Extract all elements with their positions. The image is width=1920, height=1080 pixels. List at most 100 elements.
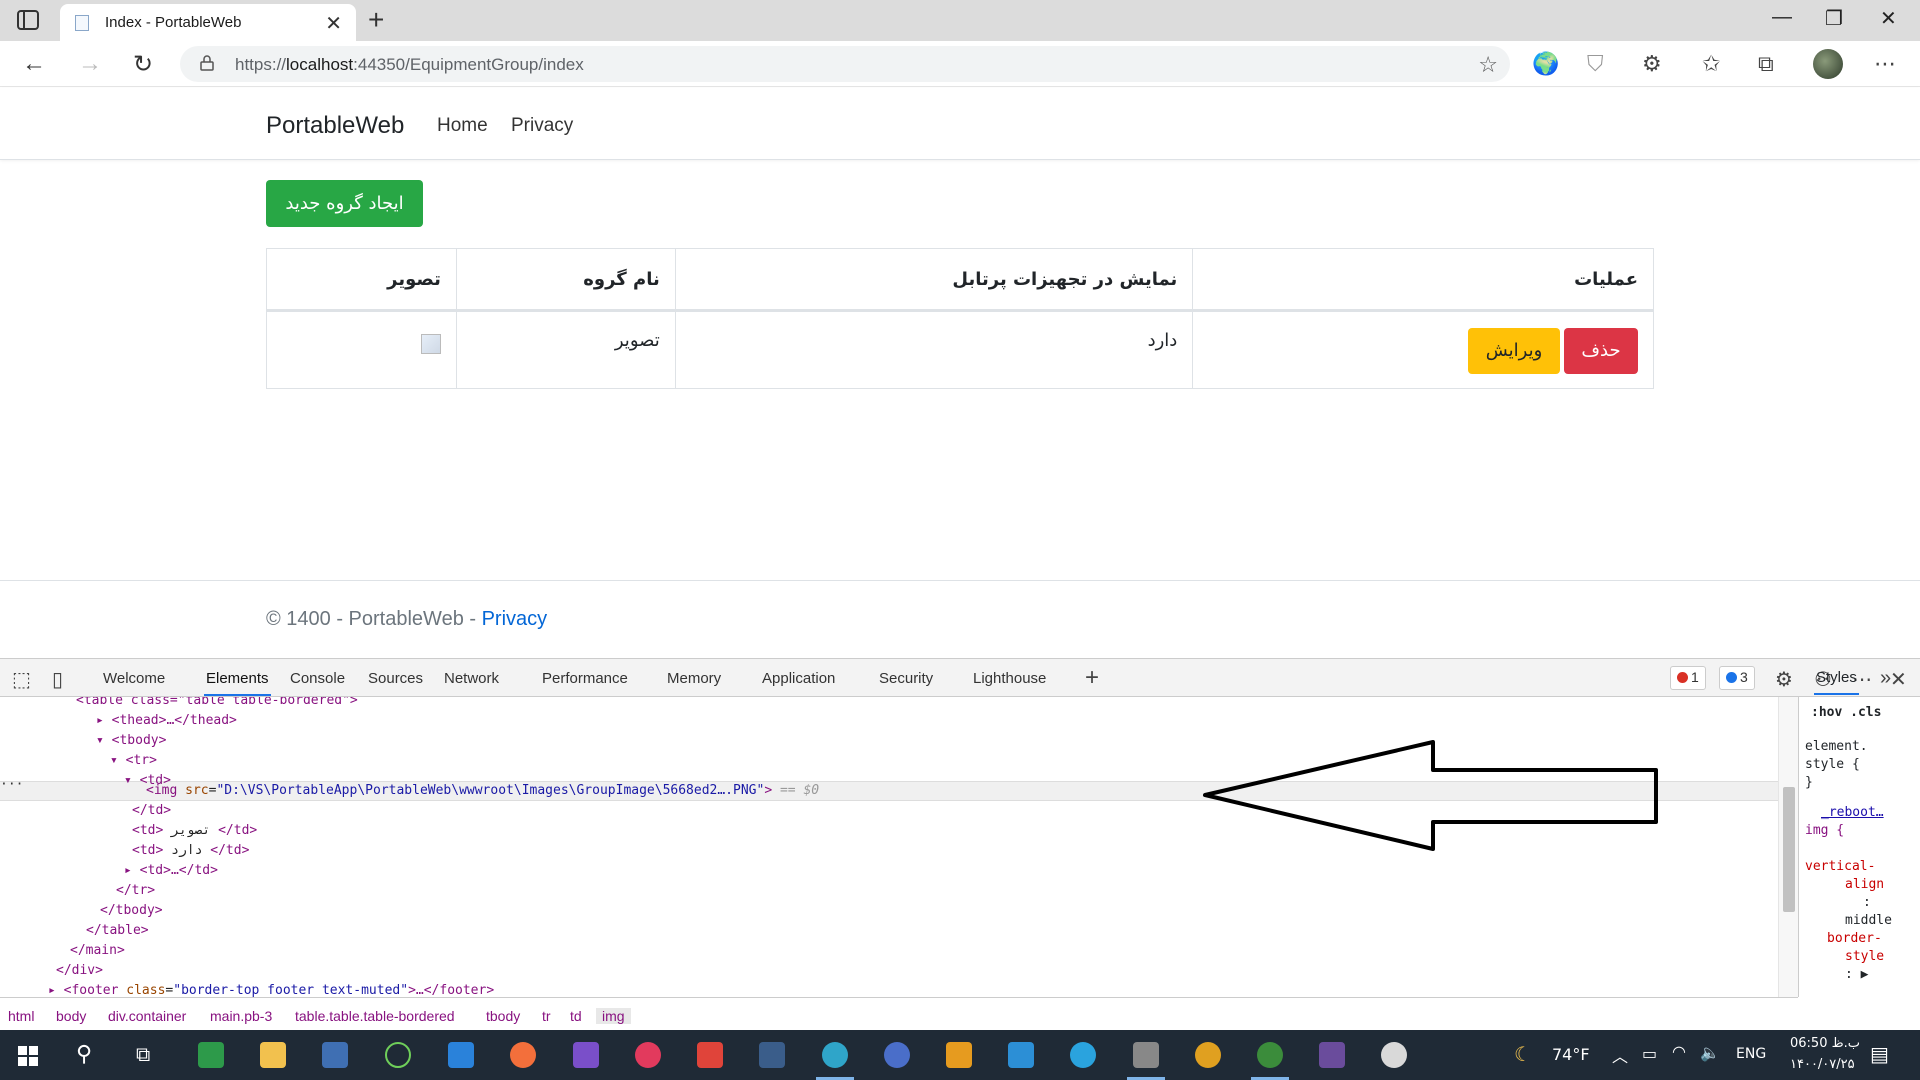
dom-line[interactable]: ▾ <tbody> [96,731,166,751]
devtools-tab-memory[interactable]: Memory [667,670,721,687]
clock-time[interactable]: 06:50 ب.ظ [1790,1036,1860,1051]
error-count-badge[interactable]: 1 [1670,666,1706,690]
shield-icon[interactable]: ⛉ [1587,51,1604,77]
dom-line[interactable]: </main> [70,941,125,961]
dom-line[interactable]: ▸ <td>…</td> [124,861,218,881]
style-source-link[interactable]: _reboot… [1821,805,1884,820]
more-panes-icon[interactable]: » [1880,667,1891,690]
app-icon[interactable] [198,1042,224,1068]
devtools-tab-application[interactable]: Application [762,670,835,687]
crumb-tr[interactable]: tr [542,1008,551,1024]
dom-line[interactable]: ▸ <thead>…</thead> [96,711,237,731]
tab-actions-icon[interactable] [17,10,39,30]
crumb-tbody[interactable]: tbody [486,1008,520,1024]
dom-line[interactable]: <table class="table table-bordered"> [76,697,358,711]
devtools-tab-welcome[interactable]: Welcome [103,670,165,687]
winrar-icon[interactable] [1319,1042,1345,1068]
notifications-icon[interactable]: ▤ [1870,1042,1889,1066]
battery-icon[interactable]: ▭ [1642,1044,1657,1063]
idm-icon[interactable] [1251,1042,1289,1080]
tab-close-icon[interactable]: ✕ [325,11,342,36]
inspect-element-icon[interactable]: ⬚ [12,667,31,692]
scrollbar-thumb[interactable] [1783,787,1795,912]
add-favorite-icon[interactable]: ☆ [1478,52,1498,78]
dom-line[interactable]: </table> [86,921,149,941]
weather-temp[interactable]: 74°F [1552,1045,1590,1064]
upwork-icon[interactable] [385,1042,411,1068]
settings-gear-icon[interactable]: ⚙ [1775,667,1793,692]
crumb-html[interactable]: html [8,1008,34,1024]
lock-icon[interactable] [200,55,214,71]
clock-date[interactable]: ۱۴۰۰/۰۷/۲۵ [1790,1057,1855,1072]
dom-line-selected[interactable]: <img src="D:\VS\PortableApp\PortableWeb\… [146,781,819,801]
devtools-tab-lighthouse[interactable]: Lighthouse [973,670,1046,687]
devtools-tab-network[interactable]: Network [444,670,499,687]
tray-chevron-icon[interactable]: ︿ [1612,1043,1628,1067]
info-count-badge[interactable]: 3 [1719,666,1755,690]
crumb-body[interactable]: body [56,1008,86,1024]
devtools-tab-security[interactable]: Security [879,670,933,687]
refresh-icon[interactable]: ↻ [133,50,153,79]
more-menu-icon[interactable]: ⋯ [1874,51,1896,77]
maximize-icon[interactable]: ❐ [1825,6,1843,31]
more-tabs-icon[interactable]: + [1085,664,1099,692]
forward-icon[interactable]: → [78,50,102,78]
dom-line[interactable]: <td> دارد </td> [132,841,249,861]
dom-line[interactable]: ▾ <tr> [110,751,157,771]
search-icon[interactable]: ⚲ [76,1042,92,1067]
dom-line[interactable]: ▸ <footer class="border-top footer text-… [48,981,494,997]
visual-studio-icon[interactable] [573,1042,599,1068]
delete-button[interactable]: حذف [1564,328,1638,374]
firefox-icon[interactable] [884,1042,910,1068]
task-view-icon[interactable]: ⧉ [136,1042,150,1066]
devtools-close-icon[interactable]: ✕ [1890,667,1907,692]
crumb-main[interactable]: main.pb-3 [210,1008,272,1024]
windows-start-icon[interactable] [18,1046,38,1066]
chrome-icon[interactable] [1195,1042,1221,1068]
dom-scrollbar[interactable] [1778,697,1798,997]
anydesk-icon[interactable] [697,1042,723,1068]
device-toolbar-icon[interactable]: ▯ [52,667,63,692]
clapper-icon[interactable] [1127,1042,1165,1080]
devtools-tab-performance[interactable]: Performance [542,670,628,687]
footer-privacy-link[interactable]: Privacy [482,608,548,630]
styles-tab[interactable]: Styles [1814,669,1859,695]
favorites-icon[interactable]: ✩ [1702,51,1720,77]
volume-icon[interactable]: 🔈 [1700,1043,1720,1062]
weather-moon-icon[interactable]: ☾ [1514,1042,1532,1066]
wifi-icon[interactable]: ◠ [1672,1042,1686,1061]
dom-line[interactable]: <td> تصویر </td> [132,821,257,841]
extensions-icon[interactable]: ⚙ [1642,51,1662,77]
url-bar[interactable]: https://localhost:44350/EquipmentGroup/i… [180,46,1510,82]
store-icon[interactable] [322,1042,348,1068]
devtools-tab-sources[interactable]: Sources [368,670,423,687]
extension-globe-icon[interactable]: 🌍 [1532,51,1559,77]
app-icon-2[interactable] [946,1042,972,1068]
nav-home[interactable]: Home [437,115,488,137]
postman-icon[interactable] [510,1042,536,1068]
telegram-icon[interactable] [1070,1042,1096,1068]
defender-icon[interactable] [1008,1042,1034,1068]
recorder-icon[interactable] [635,1042,661,1068]
crumb-img[interactable]: img [596,1008,631,1024]
collections-icon[interactable]: ⧉ [1758,51,1774,77]
edge-icon[interactable] [816,1042,854,1080]
sql-server-icon[interactable] [759,1042,785,1068]
crumb-table[interactable]: table.table.table-bordered [295,1008,455,1024]
window-close-icon[interactable]: ✕ [1880,6,1897,31]
devtools-tab-elements[interactable]: Elements [204,670,271,696]
nav-privacy[interactable]: Privacy [511,115,573,137]
edit-button[interactable]: ویرایش [1468,328,1560,374]
language-indicator[interactable]: ENG [1736,1046,1766,1062]
profile-avatar[interactable] [1813,49,1843,79]
devtools-tab-console[interactable]: Console [290,670,345,687]
vscode-icon[interactable] [448,1042,474,1068]
dom-line[interactable]: </div> [56,961,103,981]
crumb-td[interactable]: td [570,1008,582,1024]
style-filter-buttons[interactable]: :hov .cls [1811,705,1881,720]
dom-line[interactable]: </td> [132,801,171,821]
back-icon[interactable]: ← [22,50,46,78]
minimize-icon[interactable]: — [1772,6,1792,29]
browser-tab[interactable]: Index - PortableWeb ✕ [60,4,356,41]
create-group-button[interactable]: ایجاد گروه جدید [266,180,423,227]
